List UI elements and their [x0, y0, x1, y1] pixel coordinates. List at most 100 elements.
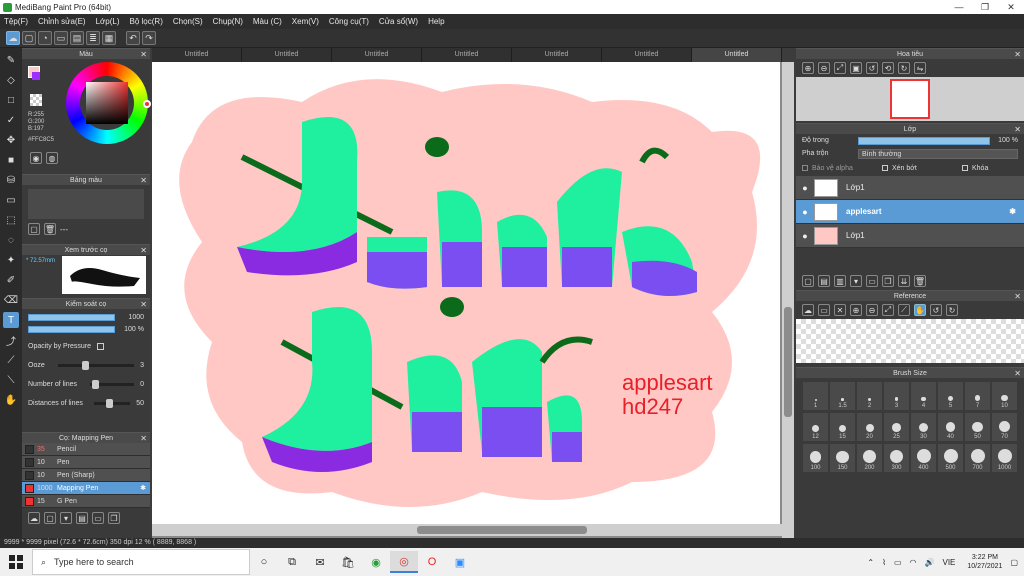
chrome-icon[interactable]: ◎ [390, 551, 418, 573]
folder-icon[interactable]: ▭ [866, 275, 878, 287]
text-tool-icon[interactable]: T [3, 312, 19, 328]
close-icon[interactable]: ✕ [140, 49, 147, 60]
tab-document[interactable]: Untitled [422, 48, 512, 62]
tab-document[interactable]: Untitled [332, 48, 422, 62]
grid-icon[interactable]: ▦ [102, 31, 116, 45]
horizontal-scroll-thumb[interactable] [417, 526, 587, 534]
eye-icon[interactable]: ● [796, 207, 814, 217]
close-icon[interactable]: ✕ [1014, 124, 1021, 135]
layer-item[interactable]: ● Lớp1 [796, 224, 1024, 248]
duplicate-layer-icon[interactable]: ❐ [882, 275, 894, 287]
tab-document[interactable]: Untitled [152, 48, 242, 62]
network-icon[interactable]: ⌇ [882, 558, 886, 567]
windows-start-icon[interactable] [0, 555, 32, 569]
menu-file[interactable]: Tệp(F) [4, 17, 28, 26]
brush-size-cell[interactable]: 700 [965, 444, 990, 472]
layer-item[interactable]: ● Lớp1 [796, 176, 1024, 200]
menu-filter[interactable]: Bộ lọc(R) [130, 17, 163, 26]
close-button[interactable]: ✕ [998, 2, 1024, 13]
close-icon[interactable]: ✕ [140, 245, 147, 256]
background-color-swatch[interactable] [32, 72, 40, 80]
lines-thumb[interactable] [92, 380, 99, 389]
brush-size-cell[interactable]: 70 [992, 413, 1017, 441]
menu-view[interactable]: Xem(V) [292, 17, 319, 26]
cloud-icon[interactable]: ☁ [6, 31, 20, 45]
brush-size-slider[interactable]: 1000 [28, 313, 144, 321]
cloud-brush-icon[interactable]: ☁ [28, 512, 40, 524]
operation-tool-icon[interactable]: ⤴ [3, 332, 19, 348]
gear-icon[interactable]: ✱ [140, 484, 146, 492]
cortana-icon[interactable]: ○ [250, 551, 278, 573]
select-tool-icon[interactable]: ⬚ [3, 212, 19, 228]
reset-rotation-icon[interactable]: ⟲ [882, 62, 894, 74]
select-pen-icon[interactable]: ✐ [3, 272, 19, 288]
tab-document-active[interactable]: Untitled [692, 48, 782, 62]
saturation-square[interactable] [86, 82, 128, 124]
maximize-button[interactable]: ❐ [972, 2, 998, 13]
brush-list-item[interactable]: 10 Pen [22, 456, 150, 469]
reference-area[interactable] [796, 319, 1024, 363]
protect-alpha-checkbox[interactable] [802, 165, 808, 171]
tab-document[interactable]: Untitled [512, 48, 602, 62]
frame-divider-icon[interactable]: ⟍ [3, 372, 19, 388]
clipping-checkbox[interactable] [882, 165, 888, 171]
new-layer-1bit-icon[interactable]: ▥ [834, 275, 846, 287]
clock[interactable]: 3:22 PM 10/27/2021 [967, 553, 1002, 571]
pen-tool-icon[interactable]: ✓ [3, 112, 19, 128]
brush-size-cell[interactable]: 20 [857, 413, 882, 441]
brush-menu-icon[interactable]: ▾ [60, 512, 72, 524]
folder-icon[interactable]: ▭ [92, 512, 104, 524]
vertical-scroll-thumb[interactable] [784, 307, 792, 417]
ooze-slider[interactable] [58, 361, 135, 370]
brush-size-cell[interactable]: 5 [938, 382, 963, 410]
store-icon[interactable]: 🛍 [334, 551, 362, 573]
medibang-app-icon[interactable]: ◉ [362, 551, 390, 573]
brush-size-cell[interactable]: 30 [911, 413, 936, 441]
close-icon[interactable]: ✕ [1014, 49, 1021, 60]
navigator-preview[interactable] [796, 77, 1024, 121]
new-layer-icon[interactable]: ▢ [802, 275, 814, 287]
rotate-left-icon[interactable]: ↺ [866, 62, 878, 74]
brush-list-item-selected[interactable]: 1000 Mapping Pen ✱ [22, 482, 150, 495]
brush-size-cell[interactable]: 12 [803, 413, 828, 441]
open-folder-icon[interactable]: ▭ [818, 304, 830, 316]
delete-layer-icon[interactable]: 🗑 [914, 275, 926, 287]
zoom-app-icon[interactable]: ▣ [446, 551, 474, 573]
canvas-paper[interactable]: applesart hd247 [152, 62, 780, 524]
lasso-tool-icon[interactable]: ◌ [3, 232, 19, 248]
brush-size-cell[interactable]: 1000 [992, 444, 1017, 472]
close-icon[interactable]: ✕ [140, 433, 147, 444]
palette-mode-icon[interactable]: ◉ [30, 152, 42, 164]
chevron-up-icon[interactable]: ⌃ [867, 558, 874, 567]
wheel-mode-icon[interactable]: ◍ [46, 152, 58, 164]
duplicate-icon[interactable]: ❐ [108, 512, 120, 524]
fit-icon[interactable]: ⤢ [834, 62, 846, 74]
palette-area[interactable] [28, 189, 144, 219]
rotate-right-icon[interactable]: ↻ [946, 304, 958, 316]
zoom-in-icon[interactable]: ⊕ [850, 304, 862, 316]
fit-icon[interactable]: ⤢ [882, 304, 894, 316]
taskbar-search-input[interactable]: ⌕ Type here to search [32, 549, 250, 575]
eye-icon[interactable]: ● [796, 231, 814, 241]
undo-icon[interactable]: ↶ [126, 31, 140, 45]
distance-slider[interactable] [94, 399, 131, 408]
menu-help[interactable]: Help [428, 17, 444, 26]
flip-icon[interactable]: ⇋ [914, 62, 926, 74]
brush-size-cell[interactable]: 4 [911, 382, 936, 410]
battery-icon[interactable]: ▭ [894, 558, 902, 567]
close-icon[interactable]: ✕ [1014, 368, 1021, 379]
menu-snap[interactable]: Chụp(N) [213, 17, 243, 26]
menu-layer[interactable]: Lớp(L) [96, 17, 120, 26]
cloud-icon[interactable]: ☁ [802, 304, 814, 316]
size-bar[interactable] [28, 313, 115, 321]
brush-size-cell[interactable]: 40 [938, 413, 963, 441]
brush-size-cell[interactable]: 300 [884, 444, 909, 472]
opera-icon[interactable]: O [418, 551, 446, 573]
add-layer-menu-icon[interactable]: ▾ [850, 275, 862, 287]
hue-knob[interactable] [143, 100, 151, 108]
task-view-icon[interactable]: ⧉ [278, 551, 306, 573]
distance-thumb[interactable] [106, 399, 113, 408]
layer-opacity-slider[interactable] [858, 136, 990, 145]
canvas-area[interactable]: applesart hd247 [152, 62, 782, 538]
blend-mode-select[interactable]: Bình thường [858, 148, 1018, 159]
